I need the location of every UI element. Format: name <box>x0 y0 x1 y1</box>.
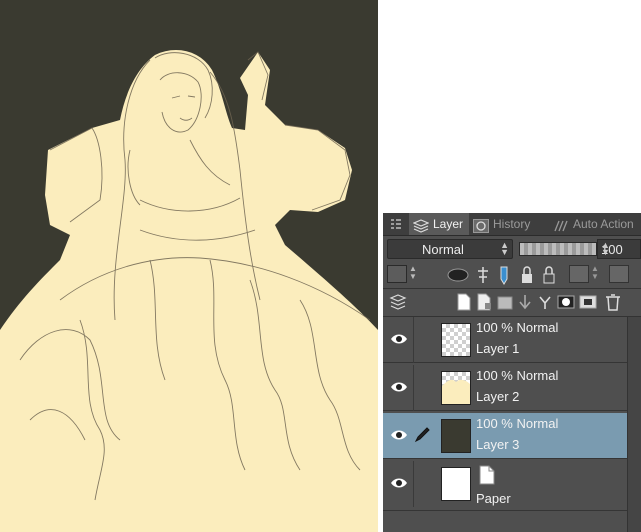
chevron-updown-icon: ▲ ▼ <box>500 240 509 257</box>
layer-list-scrollbar[interactable] <box>627 317 641 532</box>
layer-thumbnail <box>441 323 471 357</box>
layer-name: Layer 3 <box>476 437 520 452</box>
mask-icon[interactable] <box>447 267 469 283</box>
layer-row-layer-3[interactable]: 100 % Normal Layer 3 <box>383 413 627 459</box>
lock-icon[interactable] <box>519 265 535 285</box>
tab-history-label: History <box>493 217 531 231</box>
canvas-artwork <box>0 0 378 532</box>
layer-opacity-mode: 100 % Normal <box>476 416 559 431</box>
layer-name: Layer 1 <box>476 341 520 356</box>
tab-history[interactable]: History <box>473 213 545 235</box>
tab-layer-label: Layer <box>433 217 464 231</box>
reference-layer-icon[interactable] <box>475 265 491 285</box>
visibility-eye-icon[interactable] <box>389 331 409 347</box>
paper-layer-icon <box>479 465 495 488</box>
layer-thumbnail <box>441 371 471 405</box>
layer-panel: Layer History Auto Action Normal ▲ ▼ 100 … <box>383 213 641 532</box>
transfer-down-icon[interactable] <box>517 293 533 311</box>
layer-thumbnail <box>441 467 471 501</box>
layer-stack-icon[interactable] <box>389 293 407 311</box>
divider <box>413 461 414 507</box>
new-vector-layer-icon[interactable] <box>477 293 493 311</box>
layer-stack-icon <box>412 218 430 233</box>
divider <box>413 317 414 363</box>
visibility-eye-icon[interactable] <box>389 475 409 491</box>
new-folder-icon[interactable] <box>497 293 513 311</box>
tab-layer[interactable]: Layer <box>409 213 469 235</box>
pen-editing-icon <box>413 427 431 443</box>
layer-properties-row: ▲ ▼ ▲ ▼ <box>383 263 641 287</box>
history-icon <box>473 218 489 233</box>
lock-transparent-icon[interactable] <box>541 265 559 285</box>
layer-color-swatch[interactable] <box>387 265 407 283</box>
panel-tab-bar: Layer History Auto Action <box>383 213 641 236</box>
chevron-updown-icon[interactable]: ▲ ▼ <box>409 265 419 283</box>
layer-color-icon[interactable] <box>609 265 629 283</box>
blend-mode-dropdown[interactable]: Normal ▲ ▼ <box>387 239 513 259</box>
chevron-updown-icon[interactable]: ▲ ▼ <box>591 265 601 283</box>
tab-auto-action[interactable]: Auto Action <box>553 213 641 235</box>
layer-opacity-mode: 100 % Normal <box>476 320 559 335</box>
blend-mode-value: Normal <box>422 242 464 257</box>
visibility-eye-icon[interactable] <box>389 379 409 395</box>
draft-layer-icon[interactable] <box>497 265 511 285</box>
layer-name: Layer 2 <box>476 389 520 404</box>
tab-auto-action-label: Auto Action <box>573 217 634 231</box>
new-raster-layer-icon[interactable] <box>457 293 471 311</box>
opacity-slider[interactable] <box>519 242 597 256</box>
divider <box>413 365 414 411</box>
layer-row-layer-1[interactable]: 100 % Normal Layer 1 <box>383 317 627 363</box>
drawing-canvas[interactable] <box>0 0 378 532</box>
apply-mask-icon[interactable] <box>579 293 597 311</box>
create-mask-icon[interactable] <box>557 293 575 311</box>
opacity-stepper-icon[interactable]: ▲ ▼ <box>601 241 638 257</box>
panel-menu-icon[interactable] <box>385 213 407 235</box>
layer-name: Paper <box>476 491 511 506</box>
divider <box>383 288 641 289</box>
merge-down-icon[interactable] <box>537 293 553 311</box>
visibility-eye-icon[interactable] <box>389 427 409 443</box>
layer-opacity-mode: 100 % Normal <box>476 368 559 383</box>
auto-action-icon <box>553 218 569 232</box>
layer-commands-row <box>383 290 641 316</box>
layer-thumbnail <box>441 419 471 453</box>
layer-list: 100 % Normal Layer 1 100 % Normal Layer … <box>383 317 627 532</box>
opacity-field[interactable]: 100 ▲ ▼ <box>597 239 641 259</box>
layer-row-paper[interactable]: Paper <box>383 461 627 511</box>
layer-row-layer-2[interactable]: 100 % Normal Layer 2 <box>383 365 627 411</box>
clip-layer-icon[interactable] <box>569 265 589 283</box>
delete-layer-icon[interactable] <box>603 292 623 312</box>
